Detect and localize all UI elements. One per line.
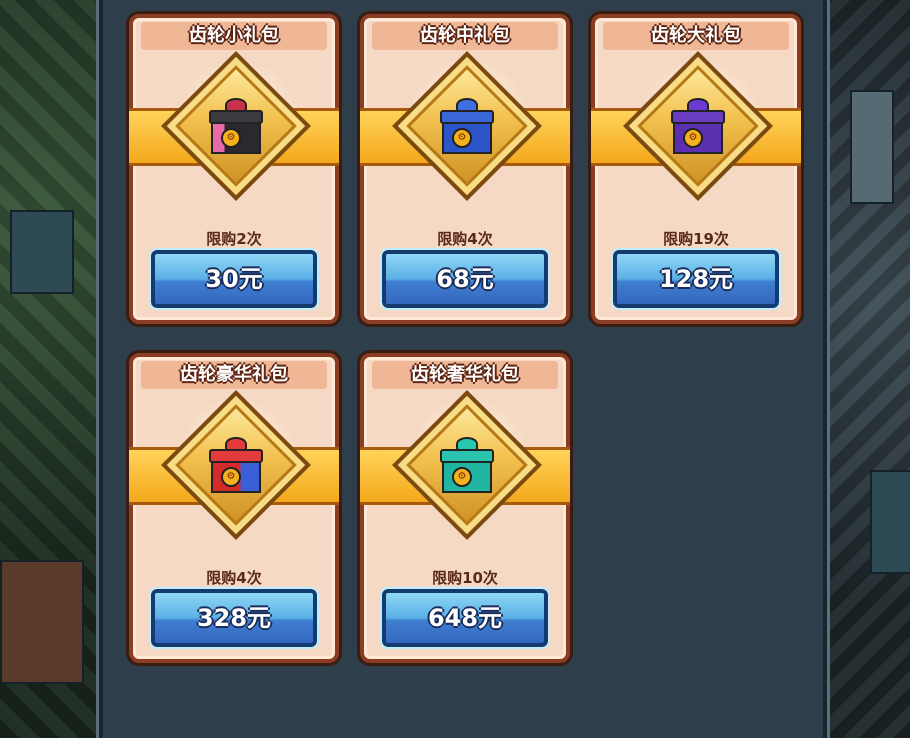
- buy-button[interactable]: 648元: [380, 587, 550, 649]
- building-decoration: [0, 560, 84, 684]
- buy-button[interactable]: 328元: [149, 587, 319, 649]
- gear-emblem-icon: ⚙: [221, 128, 241, 148]
- pack-title: 齿轮奢华礼包: [372, 361, 558, 389]
- purchase-limit: 限购4次: [206, 569, 262, 587]
- game-world-background-left: [0, 0, 96, 738]
- game-world-background-right: [830, 0, 910, 738]
- gear-emblem-icon: ⚙: [452, 467, 472, 487]
- pack-title: 齿轮豪华礼包: [141, 361, 327, 389]
- building-decoration: [870, 470, 910, 574]
- gift-box-icon: ⚙: [205, 98, 267, 156]
- gift-pack-card-large[interactable]: 齿轮大礼包 ⚙ 限购19次 128元: [588, 11, 804, 327]
- gift-pack-card-deluxe[interactable]: 齿轮豪华礼包 ⚙ 限购4次 328元: [126, 350, 342, 666]
- pack-title: 齿轮大礼包: [603, 22, 789, 50]
- gift-box-icon: ⚙: [436, 98, 498, 156]
- purchase-limit: 限购2次: [206, 230, 262, 248]
- lamp-post-decoration: [850, 90, 894, 204]
- gear-emblem-icon: ⚙: [683, 128, 703, 148]
- shop-panel: 齿轮小礼包 ⚙ 限购2次 30元 齿轮中礼包 ⚙ 限购4次 68元 齿轮大礼包: [96, 0, 830, 738]
- gear-emblem-icon: ⚙: [452, 128, 472, 148]
- gift-pack-card-small[interactable]: 齿轮小礼包 ⚙ 限购2次 30元: [126, 11, 342, 327]
- pack-title: 齿轮小礼包: [141, 22, 327, 50]
- purchase-limit: 限购10次: [432, 569, 498, 587]
- purchase-limit: 限购19次: [663, 230, 729, 248]
- gift-box-icon: ⚙: [667, 98, 729, 156]
- gift-pack-card-luxury[interactable]: 齿轮奢华礼包 ⚙ 限购10次 648元: [357, 350, 573, 666]
- buy-button[interactable]: 30元: [149, 248, 319, 310]
- gift-box-icon: ⚙: [436, 437, 498, 495]
- gift-pack-card-medium[interactable]: 齿轮中礼包 ⚙ 限购4次 68元: [357, 11, 573, 327]
- buy-button[interactable]: 128元: [611, 248, 781, 310]
- building-decoration: [10, 210, 74, 294]
- pack-title: 齿轮中礼包: [372, 22, 558, 50]
- purchase-limit: 限购4次: [437, 230, 493, 248]
- gear-emblem-icon: ⚙: [221, 467, 241, 487]
- buy-button[interactable]: 68元: [380, 248, 550, 310]
- gift-box-icon: ⚙: [205, 437, 267, 495]
